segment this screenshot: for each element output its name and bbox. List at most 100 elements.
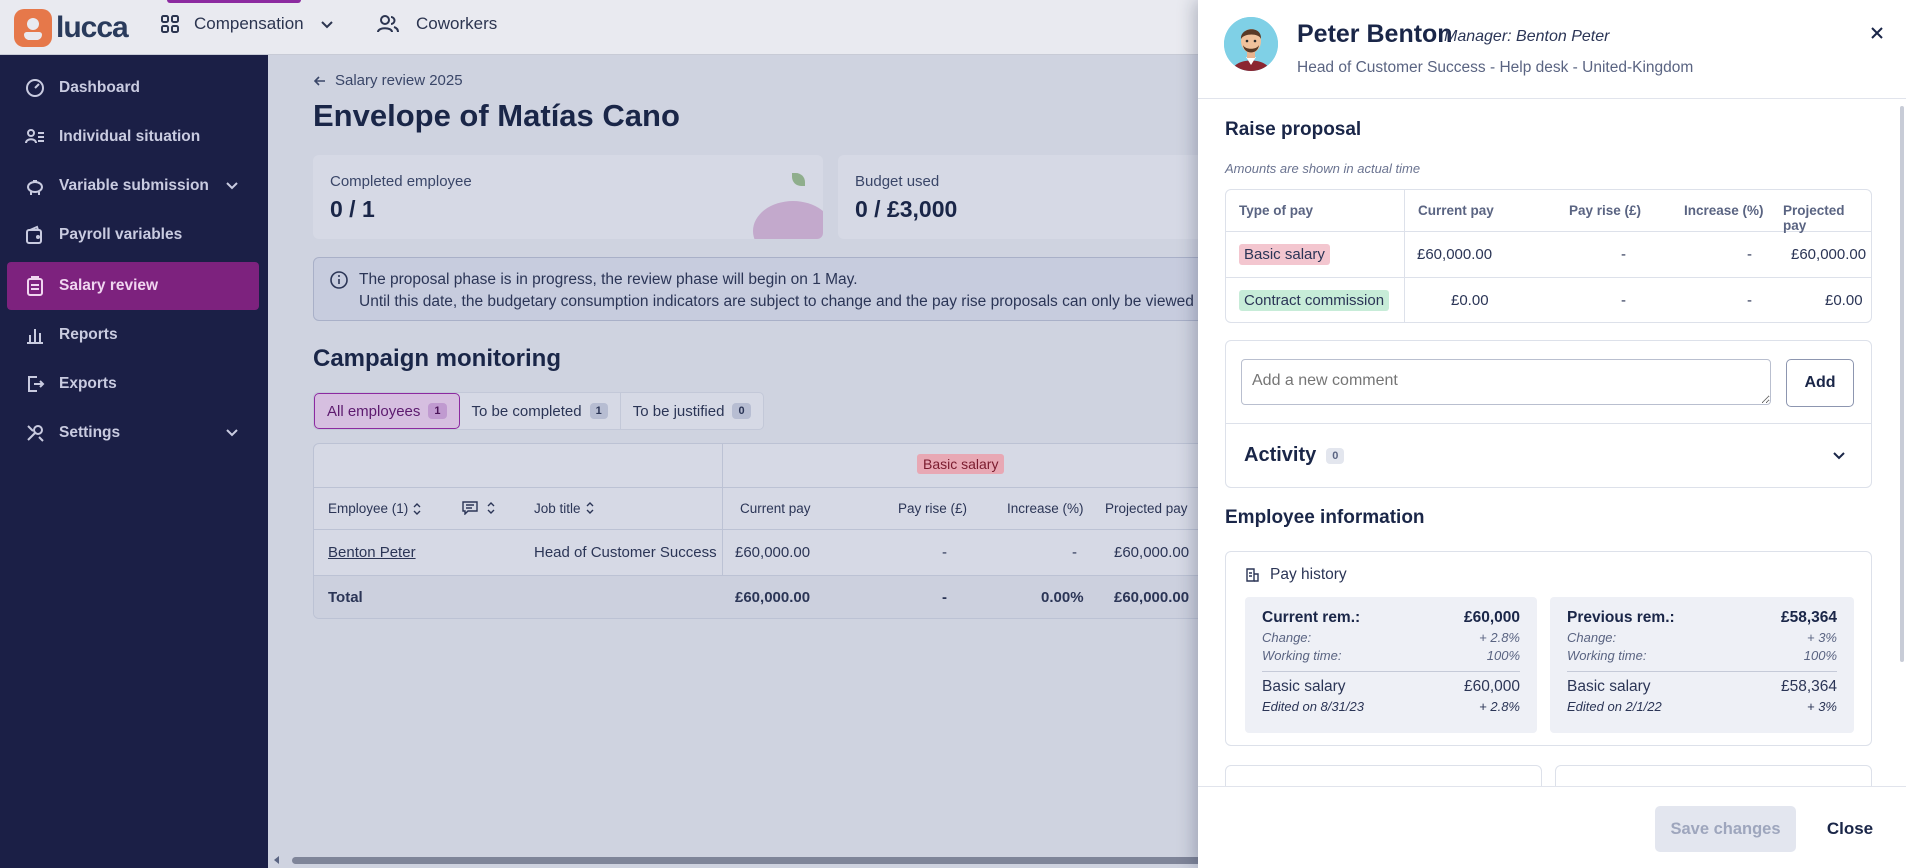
edited-change: + 3% xyxy=(1807,699,1837,714)
sort-icon xyxy=(487,502,495,514)
close-button[interactable]: Close xyxy=(1808,806,1892,852)
chevron-down-icon xyxy=(320,21,333,29)
filter-count: 0 xyxy=(732,403,751,419)
chevron-down-icon[interactable] xyxy=(1831,447,1847,463)
raise-proposal-title: Raise proposal xyxy=(1225,119,1362,140)
nav-coworkers[interactable]: Coworkers xyxy=(376,14,497,34)
qualification-card[interactable] xyxy=(1555,765,1872,786)
change-label: Change: xyxy=(1567,630,1617,645)
save-changes-button[interactable]: Save changes xyxy=(1655,806,1796,852)
sidebar-item-reports[interactable]: Reports xyxy=(7,311,259,359)
column-header-increase: Increase (%) xyxy=(1684,203,1764,218)
drawer-scrollbar[interactable] xyxy=(1900,106,1904,662)
sidebar-item-label: Dashboard xyxy=(59,79,140,96)
filter-count: 1 xyxy=(589,403,608,419)
current-pay-cell: £60,000.00 xyxy=(1417,246,1493,263)
column-header-pay-rise: Pay rise (£) xyxy=(1569,203,1642,218)
change-label: Change: xyxy=(1262,630,1312,645)
column-header-current-pay: Current pay xyxy=(1418,203,1494,218)
lucca-logo-icon xyxy=(14,9,52,47)
filter-label: To be completed xyxy=(471,402,582,420)
clipboard-icon xyxy=(27,276,43,296)
column-header-label: Employee (1) xyxy=(328,501,409,516)
table-header-row: Type of pay Current pay Pay rise (£) Inc… xyxy=(1226,190,1871,233)
divider xyxy=(1262,671,1520,672)
total-projected-pay: £60,000.00 xyxy=(1114,589,1190,606)
card-value: 0 / 1 xyxy=(330,196,375,222)
sidebar-item-dashboard[interactable]: Dashboard xyxy=(7,64,259,112)
avatar-illustration xyxy=(1224,17,1278,71)
breadcrumb[interactable]: Salary review 2025 xyxy=(313,72,463,89)
edited-date: Edited on 8/31/23 xyxy=(1262,699,1364,714)
activity-toggle[interactable]: Activity 0 xyxy=(1244,444,1345,467)
people-icon xyxy=(377,15,399,33)
app-logo[interactable]: lucca xyxy=(14,9,129,47)
sidebar-item-variable-submission[interactable]: Variable submission xyxy=(7,162,259,210)
sidebar-item-salary-review[interactable]: Salary review xyxy=(7,262,259,310)
sidebar-item-exports[interactable]: Exports xyxy=(7,360,259,408)
item-value: £60,000 xyxy=(1463,678,1520,695)
current-pay-cell: £0.00 xyxy=(1451,292,1489,309)
completed-employee-card: Completed employee 0 / 1 xyxy=(313,155,823,239)
increase-cell: - xyxy=(1072,544,1077,561)
filter-to-be-completed[interactable]: To be completed 1 xyxy=(460,393,621,429)
filter-all-employees[interactable]: All employees 1 xyxy=(314,393,460,429)
activity-label: Activity xyxy=(1244,444,1317,466)
raise-proposal-note: Amounts are shown in actual time xyxy=(1225,161,1421,176)
current-pay-cell: £60,000.00 xyxy=(735,544,811,561)
change-value: + 2.8% xyxy=(1479,630,1520,645)
comment-section: Add Activity 0 xyxy=(1225,340,1872,488)
sidebar-item-label: Exports xyxy=(59,375,117,392)
total-pay-rise: - xyxy=(942,589,947,606)
employee-manager: Manager: Benton Peter xyxy=(1444,28,1610,45)
info-icon xyxy=(330,271,348,289)
projected-pay-cell: £0.00 xyxy=(1825,292,1863,309)
employee-subtitle: Head of Customer Success - Help desk - U… xyxy=(1297,59,1694,76)
pay-history-title: Pay history xyxy=(1270,566,1347,583)
filter-to-be-justified[interactable]: To be justified 0 xyxy=(621,393,763,429)
change-value: + 3% xyxy=(1807,630,1837,645)
edited-change: + 2.8% xyxy=(1479,699,1520,714)
close-icon[interactable] xyxy=(1870,26,1884,40)
total-current-pay: £60,000.00 xyxy=(735,589,811,606)
pay-history-card: Pay history Current rem.: £60,000 Change:… xyxy=(1225,551,1872,746)
column-header-comments[interactable] xyxy=(462,501,496,515)
nav-compensation-label: Compensation xyxy=(194,14,304,33)
contract-card[interactable] xyxy=(1225,765,1542,786)
column-header-increase: Increase (%) xyxy=(1007,501,1084,516)
working-time-value: 100% xyxy=(1803,648,1837,663)
sort-icon xyxy=(413,502,421,515)
sidebar-item-payroll-variables[interactable]: Payroll variables xyxy=(7,211,259,259)
item-value: £58,364 xyxy=(1780,678,1837,695)
column-header-projected-pay: Projected pay xyxy=(1783,203,1845,233)
basic-salary-chip: Basic salary xyxy=(1239,244,1330,265)
column-header-employee[interactable]: Employee (1) xyxy=(328,501,422,516)
chevron-down-icon xyxy=(226,182,238,190)
working-time-label: Working time: xyxy=(1567,648,1647,663)
job-title-cell: Head of Customer Success xyxy=(534,544,717,561)
comment-input[interactable] xyxy=(1241,359,1771,405)
employee-drawer: Peter Benton Manager: Benton Peter Head … xyxy=(1198,0,1906,868)
wallet-icon xyxy=(26,225,42,244)
tools-icon xyxy=(27,425,44,442)
employee-link[interactable]: Benton Peter xyxy=(328,544,416,561)
card-label: Completed employee xyxy=(330,173,472,190)
sidebar-item-settings[interactable]: Settings xyxy=(7,409,259,457)
sidebar-item-individual-situation[interactable]: Individual situation xyxy=(7,113,259,161)
column-header-type: Type of pay xyxy=(1239,203,1314,218)
previous-rem-value: £58,364 xyxy=(1780,609,1837,626)
section-title: Campaign monitoring xyxy=(313,345,561,372)
chevron-down-icon xyxy=(226,429,238,437)
gauge-icon xyxy=(26,79,44,97)
activity-count: 0 xyxy=(1326,447,1345,464)
app-name: lucca xyxy=(56,11,129,44)
add-comment-button[interactable]: Add xyxy=(1786,359,1854,407)
column-header-job-title[interactable]: Job title xyxy=(534,501,595,516)
divider xyxy=(1226,423,1871,424)
breadcrumb-label: Salary review 2025 xyxy=(335,72,463,89)
contract-commission-chip: Contract commission xyxy=(1239,290,1390,311)
column-header-current-pay: Current pay xyxy=(740,501,811,516)
drawer-header: Peter Benton Manager: Benton Peter Head … xyxy=(1198,0,1906,99)
sidebar-item-label: Individual situation xyxy=(59,128,201,145)
nav-compensation[interactable]: Compensation xyxy=(160,14,334,34)
